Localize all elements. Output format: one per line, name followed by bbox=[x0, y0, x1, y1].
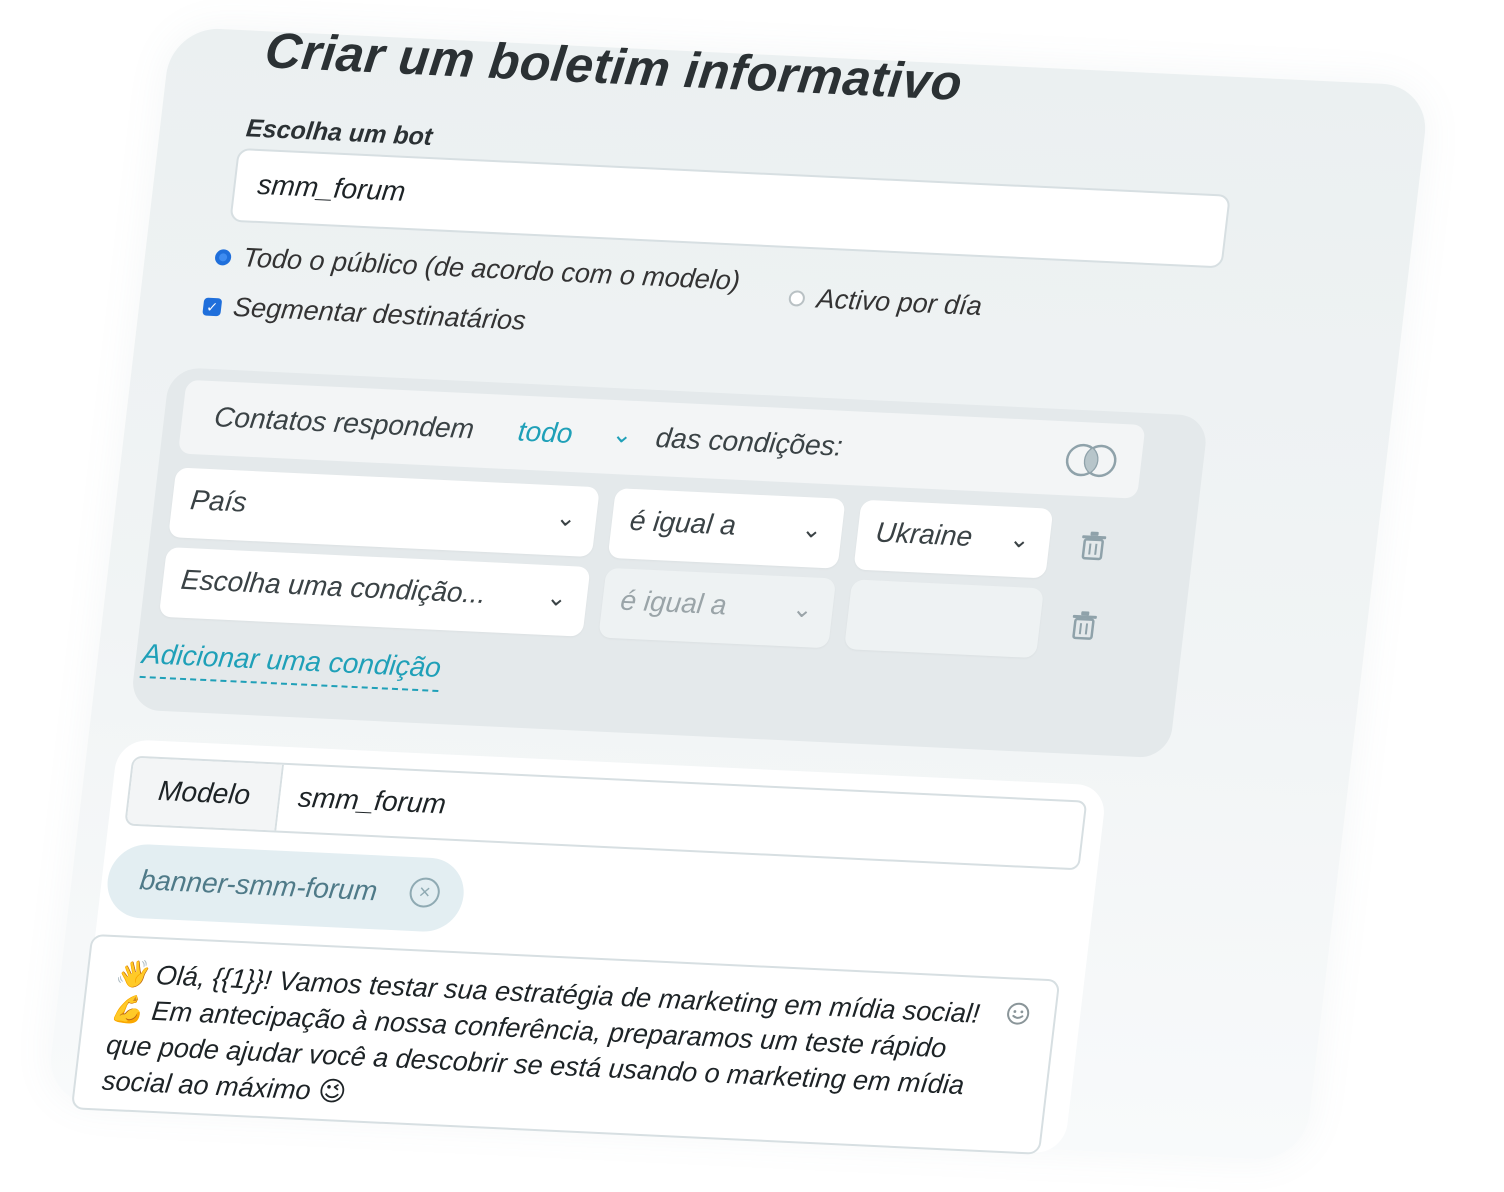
condition-operator-value: é igual a bbox=[618, 584, 729, 621]
radio-unselected-icon[interactable] bbox=[787, 289, 806, 307]
template-chip-label: banner-smm-forum bbox=[138, 864, 380, 907]
close-icon[interactable]: × bbox=[407, 876, 442, 909]
chevron-down-icon: ⌄ bbox=[545, 584, 569, 612]
chevron-down-icon: ⌄ bbox=[800, 515, 824, 544]
conditions-mode-select[interactable]: todo bbox=[516, 416, 574, 450]
venn-icon[interactable] bbox=[1059, 441, 1123, 480]
template-value: smm_forum bbox=[296, 781, 448, 820]
trash-icon[interactable] bbox=[1068, 610, 1099, 641]
chevron-down-icon: ⌄ bbox=[554, 504, 578, 533]
radio-selected-icon[interactable] bbox=[214, 248, 233, 266]
chevron-down-icon[interactable]: ⌄ bbox=[610, 420, 634, 450]
message-text: 👋 Olá, {{1}}! Vamos testar sua estratégi… bbox=[100, 958, 982, 1108]
condition-field-placeholder: Escolha uma condição... bbox=[179, 563, 488, 610]
condition-field-value: País bbox=[188, 484, 249, 518]
chevron-down-icon: ⌄ bbox=[790, 595, 815, 624]
template-label: Modelo bbox=[126, 757, 285, 831]
condition-value-input bbox=[844, 579, 1045, 659]
condition-value: Ukraine bbox=[874, 516, 975, 552]
condition-operator-value: é igual a bbox=[628, 504, 738, 541]
conditions-suffix: das condições: bbox=[654, 422, 845, 462]
checkbox-checked-icon[interactable]: ✓ bbox=[202, 297, 223, 316]
condition-operator-select[interactable]: é igual a ⌄ bbox=[607, 488, 846, 569]
trash-icon[interactable] bbox=[1077, 530, 1108, 561]
condition-value-select[interactable]: Ukraine ⌄ bbox=[853, 499, 1054, 579]
chevron-down-icon: ⌄ bbox=[1007, 525, 1032, 554]
smiley-icon[interactable] bbox=[1005, 1001, 1032, 1026]
condition-operator-select: é igual a ⌄ bbox=[598, 567, 837, 649]
conditions-prefix: Contatos respondem bbox=[212, 401, 476, 445]
newsletter-form-card: Criar um boletim informativo Escolha um … bbox=[45, 22, 1431, 1162]
